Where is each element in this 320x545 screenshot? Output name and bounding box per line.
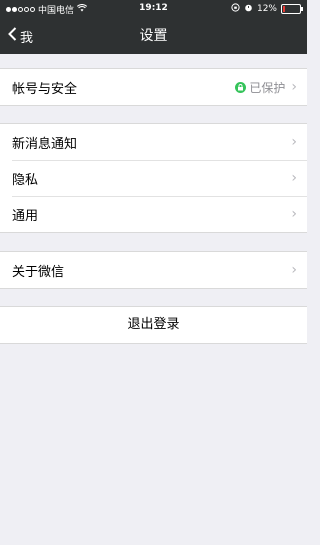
account-group: 帐号与安全 已保护 ›	[0, 68, 307, 106]
status-bar: 中国电信 19:12 12%	[0, 0, 307, 18]
about-label: 关于微信	[12, 264, 65, 280]
protect-status-label: 已保护	[249, 80, 286, 95]
general-label: 通用	[12, 208, 39, 224]
lock-rotation-icon	[231, 3, 240, 15]
notifications-label: 新消息通知	[12, 136, 78, 152]
about-row[interactable]: 关于微信 ›	[0, 252, 307, 288]
nav-bar: 我 设置	[0, 18, 307, 54]
protect-status: 已保护	[235, 79, 285, 96]
about-group: 关于微信 ›	[0, 251, 307, 289]
chevron-right-icon: ›	[291, 79, 297, 95]
chevron-right-icon: ›	[291, 170, 297, 186]
privacy-row[interactable]: 隐私 ›	[0, 160, 307, 196]
chevron-right-icon: ›	[291, 262, 297, 278]
notifications-row[interactable]: 新消息通知 ›	[0, 124, 307, 160]
logout-button[interactable]: 退出登录	[0, 306, 307, 344]
status-right: 12%	[231, 3, 303, 15]
general-row[interactable]: 通用 ›	[0, 196, 307, 232]
page-title: 设置	[139, 28, 168, 44]
lock-icon	[235, 81, 247, 93]
chevron-right-icon: ›	[291, 134, 297, 150]
battery-level	[283, 6, 285, 12]
alarm-icon	[244, 3, 253, 15]
battery-icon	[281, 4, 303, 14]
settings-group: 新消息通知 › 隐私 › 通用 ›	[0, 123, 307, 233]
account-security-label: 帐号与安全	[12, 81, 78, 97]
privacy-label: 隐私	[12, 172, 39, 188]
chevron-right-icon: ›	[291, 206, 297, 222]
battery-percent: 12%	[256, 4, 277, 14]
account-security-row[interactable]: 帐号与安全 已保护 ›	[0, 69, 307, 105]
